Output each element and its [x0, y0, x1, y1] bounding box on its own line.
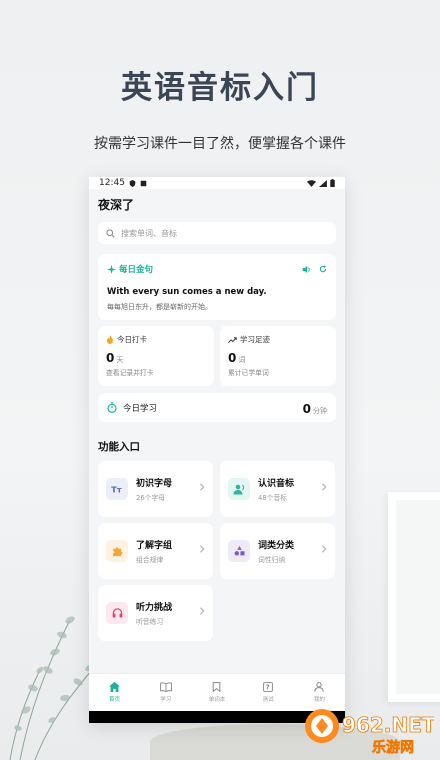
- svg-text:?: ?: [266, 684, 270, 692]
- svg-text:Tт: Tт: [111, 484, 122, 494]
- today-study-label: 今日学习: [123, 403, 158, 414]
- checkin-card[interactable]: 今日打卡 0天 查看记录并打卡: [98, 326, 214, 386]
- feature-grid: Tт 初识字母 26个字母 认识音标 48个音标 了解字组 组合规律 词类分类 …: [98, 461, 336, 641]
- feature-desc: 词性归纳: [258, 556, 286, 564]
- signal-icon: [319, 179, 327, 187]
- daily-sentence-card[interactable]: 每日金句 With every sun comes a new day. 每每旭…: [98, 254, 336, 320]
- tab-wordbook[interactable]: 单词本: [197, 682, 237, 703]
- footprint-desc: 累计已学单词: [228, 369, 269, 377]
- status-time: 12:45: [99, 178, 125, 188]
- phone-screen: 12:45 夜深了 每日金句: [89, 177, 345, 723]
- feature-desc: 听音练习: [136, 618, 164, 626]
- feature-word-classes[interactable]: 词类分类 词性归纳: [220, 523, 335, 579]
- tab-study[interactable]: 学习: [146, 682, 186, 703]
- notification-status-icon: [140, 180, 147, 186]
- checkin-value: 0: [106, 351, 115, 365]
- promo-subtitle: 按需学习课件一目了然，便掌握各个课件: [94, 136, 346, 152]
- tab-test[interactable]: ? 测试: [248, 682, 288, 703]
- home-icon: [109, 682, 121, 692]
- checkin-title: 今日打卡: [117, 335, 147, 344]
- daily-sentence-english: With every sun comes a new day.: [107, 287, 267, 297]
- decorative-frame: [388, 492, 440, 702]
- today-study-card[interactable]: 今日学习 0 分钟: [98, 393, 336, 422]
- section-title: 功能入口: [98, 441, 140, 453]
- book-icon: [159, 682, 172, 692]
- tab-label: 学习: [160, 697, 172, 703]
- feature-desc: 26个字母: [136, 494, 166, 502]
- letters-icon: Tт: [106, 478, 128, 500]
- flame-icon: [107, 335, 113, 344]
- battery-icon: [330, 179, 335, 187]
- svg-text:乐游网: 乐游网: [372, 739, 414, 756]
- feature-title: 听力挑战: [136, 603, 173, 613]
- chevron-right-icon: [200, 483, 205, 491]
- chevron-right-icon: [200, 607, 205, 615]
- bookmark-icon: [213, 682, 221, 692]
- search-bar[interactable]: [98, 222, 336, 244]
- feature-listening[interactable]: 听力挑战 听音练习: [98, 585, 213, 641]
- status-bar: 12:45: [89, 177, 345, 189]
- quiz-icon: ?: [263, 682, 274, 692]
- tab-label: 测试: [262, 697, 274, 703]
- feature-letters[interactable]: Tт 初识字母 26个字母: [98, 461, 213, 517]
- headphones-icon: [106, 602, 128, 624]
- refresh-icon[interactable]: [319, 265, 327, 273]
- checkin-unit: 天: [116, 356, 124, 364]
- feature-desc: 48个音标: [258, 494, 288, 502]
- footprint-unit: 词: [238, 356, 246, 364]
- promo-title: 英语音标入门: [121, 70, 319, 106]
- chevron-right-icon: [322, 483, 327, 491]
- svg-text:962.NET: 962.NET: [342, 713, 434, 737]
- today-study-unit: 分钟: [313, 407, 327, 415]
- footprint-card[interactable]: 学习足迹 0词 累计已学单词: [220, 326, 336, 386]
- tab-profile[interactable]: 我的: [299, 682, 339, 703]
- today-study-value: 0: [302, 402, 311, 416]
- wifi-icon: [307, 179, 316, 187]
- footprint-title: 学习足迹: [240, 335, 270, 344]
- feature-title: 认识音标: [258, 479, 295, 489]
- daily-sentence-chinese: 每每旭日东升，都是崭新的开始。: [107, 303, 212, 311]
- tab-home[interactable]: 首页: [95, 682, 135, 703]
- feature-title: 词类分类: [258, 541, 295, 551]
- profile-icon: [314, 682, 325, 692]
- footprint-value: 0: [228, 351, 237, 365]
- sparkle-icon: [107, 264, 116, 274]
- feature-phonetics[interactable]: 认识音标 48个音标: [220, 461, 335, 517]
- shield-status-icon: [129, 179, 136, 187]
- speaker-icon[interactable]: [302, 265, 311, 274]
- feature-word-groups[interactable]: 了解字组 组合规律: [98, 523, 213, 579]
- chevron-right-icon: [322, 545, 327, 553]
- shapes-icon: [228, 540, 250, 562]
- daily-sentence-title: 每日金句: [119, 265, 154, 275]
- site-watermark-logo: 962.NET 乐游网: [305, 709, 434, 756]
- stats-row: 今日打卡 0天 查看记录并打卡 学习足迹 0词 累计已学单词: [98, 326, 336, 386]
- search-icon: [106, 228, 115, 238]
- feature-desc: 组合规律: [136, 556, 164, 564]
- search-input[interactable]: [121, 228, 301, 238]
- timer-icon: [107, 402, 117, 413]
- phonetics-icon: [228, 478, 250, 500]
- checkin-desc: 查看记录并打卡: [106, 369, 154, 377]
- page-title: 夜深了: [89, 189, 345, 219]
- puzzle-icon: [106, 540, 128, 562]
- feature-title: 了解字组: [136, 541, 173, 551]
- tab-label: 我的: [313, 697, 325, 703]
- tab-label: 单词本: [208, 697, 226, 703]
- feature-title: 初识字母: [136, 479, 173, 489]
- tab-label: 首页: [109, 697, 121, 703]
- trend-icon: [228, 336, 237, 343]
- chevron-right-icon: [200, 545, 205, 553]
